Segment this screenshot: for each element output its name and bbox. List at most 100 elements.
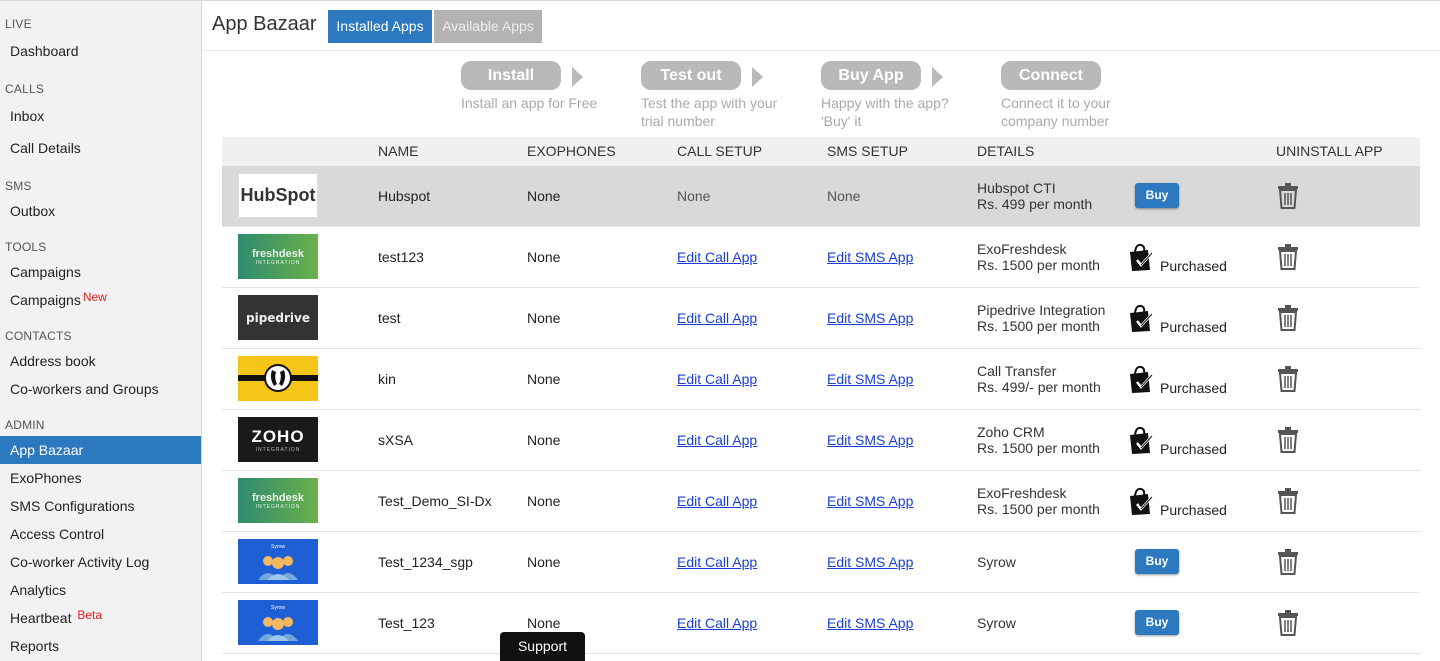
column-header-sms-setup: SMS SETUP bbox=[827, 143, 908, 159]
table-header: NAME EXOPHONES CALL SETUP SMS SETUP DETA… bbox=[222, 137, 1420, 166]
edit-sms-app-link[interactable]: Edit SMS App bbox=[827, 493, 913, 509]
beta-tag: Beta bbox=[77, 608, 103, 622]
app-name: Test_123 bbox=[378, 615, 435, 631]
sidebar-item-app-bazaar[interactable]: App Bazaar bbox=[0, 436, 201, 464]
buy-button[interactable]: Buy bbox=[1135, 183, 1179, 208]
trash-icon[interactable] bbox=[1277, 305, 1299, 334]
details-price: Rs. 1500 per month bbox=[977, 501, 1100, 517]
new-tag: New bbox=[82, 290, 107, 304]
purchased-label: Purchased bbox=[1160, 258, 1227, 274]
page-header: App Bazaar Installed Apps Available Apps bbox=[202, 0, 1440, 51]
step-description: Happy with the app? 'Buy' it bbox=[821, 95, 949, 129]
app-details: Zoho CRM Rs. 1500 per month bbox=[977, 424, 1100, 456]
details-title: ExoFreshdesk bbox=[977, 241, 1067, 257]
exophones-value: None bbox=[527, 432, 561, 448]
column-header-call-setup: CALL SETUP bbox=[677, 143, 763, 159]
sidebar-item-inbox[interactable]: Inbox bbox=[0, 102, 201, 130]
sidebar-item-exophones[interactable]: ExoPhones bbox=[0, 464, 201, 492]
freshdesk-logo: freshdesk INTEGRATION bbox=[238, 478, 318, 523]
sidebar-item-heartbeat[interactable]: Heartbeat Beta bbox=[0, 604, 201, 632]
trash-icon[interactable] bbox=[1277, 366, 1299, 395]
trash-icon[interactable] bbox=[1277, 610, 1299, 639]
trash-icon[interactable] bbox=[1277, 427, 1299, 456]
section-title-calls: CALLS bbox=[5, 82, 45, 96]
table-row: HubSpot Hubspot None None None Hubspot C… bbox=[222, 166, 1420, 227]
edit-call-app-link[interactable]: Edit Call App bbox=[677, 371, 757, 387]
buy-button[interactable]: Buy bbox=[1135, 549, 1179, 574]
logo-subtext: INTEGRATION bbox=[255, 503, 301, 510]
logo-text: ZOHO bbox=[251, 426, 305, 446]
table-row: freshdesk INTEGRATION Test_Demo_SI-Dx Non… bbox=[222, 471, 1420, 532]
column-header-details: DETAILS bbox=[977, 143, 1035, 159]
pipedrive-logo: pipedrive bbox=[238, 295, 318, 340]
app-details: Syrow bbox=[977, 615, 1016, 631]
logo-subtext: INTEGRATION bbox=[255, 446, 301, 453]
trash-icon[interactable] bbox=[1277, 183, 1299, 212]
sidebar-item-campaigns-new[interactable]: Campaigns New bbox=[0, 286, 201, 314]
trash-icon[interactable] bbox=[1277, 244, 1299, 273]
purchased-label: Purchased bbox=[1160, 441, 1227, 457]
edit-call-app-link[interactable]: Edit Call App bbox=[677, 432, 757, 448]
exophones-value: None bbox=[527, 371, 561, 387]
sidebar-item-label: Campaigns bbox=[10, 292, 81, 308]
tab-available-apps[interactable]: Available Apps bbox=[434, 10, 542, 43]
purchased-status: Purchased bbox=[1128, 364, 1227, 397]
sidebar-item-access-control[interactable]: Access Control bbox=[0, 520, 201, 548]
purchased-bag-icon bbox=[1130, 365, 1153, 393]
page-title: App Bazaar bbox=[212, 13, 317, 35]
sidebar-item-call-details[interactable]: Call Details bbox=[0, 134, 201, 162]
section-title-tools: TOOLS bbox=[5, 240, 47, 254]
edit-sms-app-link[interactable]: Edit SMS App bbox=[827, 615, 913, 631]
edit-sms-app-link[interactable]: Edit SMS App bbox=[827, 310, 913, 326]
table-row: ZOHO INTEGRATION sXSA None Edit Call App … bbox=[222, 410, 1420, 471]
step-test-out: Test out Test the app with your trial nu… bbox=[641, 61, 811, 130]
edit-call-app-link[interactable]: Edit Call App bbox=[677, 249, 757, 265]
edit-sms-app-link[interactable]: Edit SMS App bbox=[827, 371, 913, 387]
exophones-value: None bbox=[527, 554, 561, 570]
sidebar-item-coworker-activity-log[interactable]: Co-worker Activity Log bbox=[0, 548, 201, 576]
app-details: Call Transfer Rs. 499/- per month bbox=[977, 363, 1101, 395]
tab-installed-apps[interactable]: Installed Apps bbox=[328, 10, 432, 43]
sidebar-item-coworkers-groups[interactable]: Co-workers and Groups bbox=[0, 375, 201, 403]
purchased-label: Purchased bbox=[1160, 380, 1227, 396]
details-price: Rs. 1500 per month bbox=[977, 257, 1100, 273]
sidebar-item-outbox[interactable]: Outbox bbox=[0, 197, 201, 225]
app-details: Pipedrive Integration Rs. 1500 per month bbox=[977, 302, 1105, 334]
edit-sms-app-link[interactable]: Edit SMS App bbox=[827, 249, 913, 265]
edit-call-app-link[interactable]: Edit Call App bbox=[677, 615, 757, 631]
details-price: Rs. 499/- per month bbox=[977, 379, 1101, 395]
call-transfer-logo bbox=[238, 356, 318, 401]
trash-icon[interactable] bbox=[1277, 488, 1299, 517]
freshdesk-logo: freshdesk INTEGRATION bbox=[238, 234, 318, 279]
exophones-value: None bbox=[527, 188, 561, 204]
edit-sms-app-link[interactable]: Edit SMS App bbox=[827, 554, 913, 570]
step-pill: Install bbox=[461, 61, 561, 90]
trash-icon[interactable] bbox=[1277, 549, 1299, 578]
edit-call-app-link[interactable]: Edit Call App bbox=[677, 310, 757, 326]
section-title-live: LIVE bbox=[5, 17, 32, 31]
details-title: Syrow bbox=[977, 554, 1016, 570]
sidebar-item-reports[interactable]: Reports bbox=[0, 632, 201, 660]
exophones-value: None bbox=[527, 310, 561, 326]
step-description: Install an app for Free bbox=[461, 95, 598, 111]
details-title: Zoho CRM bbox=[977, 424, 1045, 440]
sms-setup-value: None bbox=[827, 188, 861, 204]
support-button[interactable]: Support bbox=[500, 632, 585, 661]
edit-sms-app-link[interactable]: Edit SMS App bbox=[827, 432, 913, 448]
details-title: ExoFreshdesk bbox=[977, 485, 1067, 501]
sidebar-item-analytics[interactable]: Analytics bbox=[0, 576, 201, 604]
purchased-status: Purchased bbox=[1128, 425, 1227, 458]
edit-call-app-link[interactable]: Edit Call App bbox=[677, 493, 757, 509]
sidebar-item-dashboard[interactable]: Dashboard bbox=[0, 37, 201, 65]
section-title-contacts: CONTACTS bbox=[5, 329, 72, 343]
details-price: Rs. 1500 per month bbox=[977, 318, 1100, 334]
exophones-value: None bbox=[527, 249, 561, 265]
exophones-value: None bbox=[527, 493, 561, 509]
sidebar-item-sms-configurations[interactable]: SMS Configurations bbox=[0, 492, 201, 520]
sidebar-item-campaigns[interactable]: Campaigns bbox=[0, 258, 201, 286]
table-row: freshdesk INTEGRATION test123 None Edit C… bbox=[222, 227, 1420, 288]
purchased-bag-icon bbox=[1130, 426, 1153, 454]
edit-call-app-link[interactable]: Edit Call App bbox=[677, 554, 757, 570]
sidebar-item-address-book[interactable]: Address book bbox=[0, 347, 201, 375]
buy-button[interactable]: Buy bbox=[1135, 610, 1179, 635]
